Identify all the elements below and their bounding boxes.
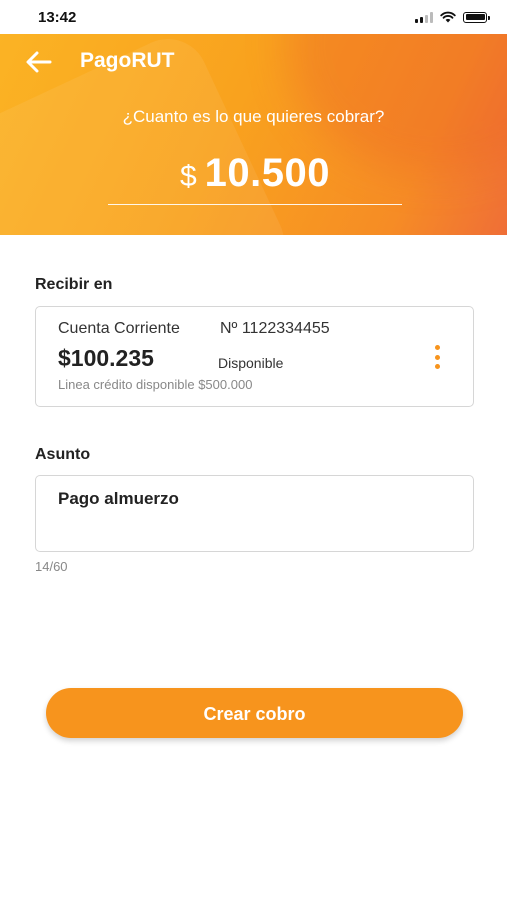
account-number: Nº 1122334455 xyxy=(220,320,330,337)
subject-field[interactable]: Pago almuerzo xyxy=(35,475,474,552)
more-vertical-icon[interactable] xyxy=(433,345,441,369)
account-card[interactable]: Cuenta Corriente Nº 1122334455 $100.235 … xyxy=(35,306,474,407)
account-type: Cuenta Corriente xyxy=(58,320,180,337)
battery-icon xyxy=(463,11,490,23)
status-bar: 13:42 xyxy=(0,0,507,34)
amount-value: 10.500 xyxy=(204,151,331,195)
back-button[interactable] xyxy=(24,49,54,75)
subject-value: Pago almuerzo xyxy=(58,489,179,508)
subject-label: Asunto xyxy=(35,446,91,463)
account-balance: $100.235 xyxy=(58,345,154,371)
balance-label: Disponible xyxy=(218,355,284,371)
amount-question: ¿Cuanto es lo que quieres cobrar? xyxy=(122,107,385,126)
page-title: PagoRUT xyxy=(80,49,175,72)
wifi-icon xyxy=(440,11,456,23)
arrow-left-icon xyxy=(26,51,52,73)
status-time: 13:42 xyxy=(38,9,77,26)
signal-icon xyxy=(415,11,433,23)
credit-line: Linea crédito disponible $500.000 xyxy=(58,377,253,392)
receive-label: Recibir en xyxy=(35,276,113,293)
header: PagoRUT ¿Cuanto es lo que quieres cobrar… xyxy=(0,34,507,235)
amount-input[interactable]: $10.500 xyxy=(108,151,402,205)
currency-symbol: $ xyxy=(179,160,197,193)
amount-underline xyxy=(108,204,402,205)
char-counter: 14/60 xyxy=(35,559,68,574)
create-charge-button[interactable]: Crear cobro xyxy=(46,688,463,738)
status-icons xyxy=(415,10,490,24)
